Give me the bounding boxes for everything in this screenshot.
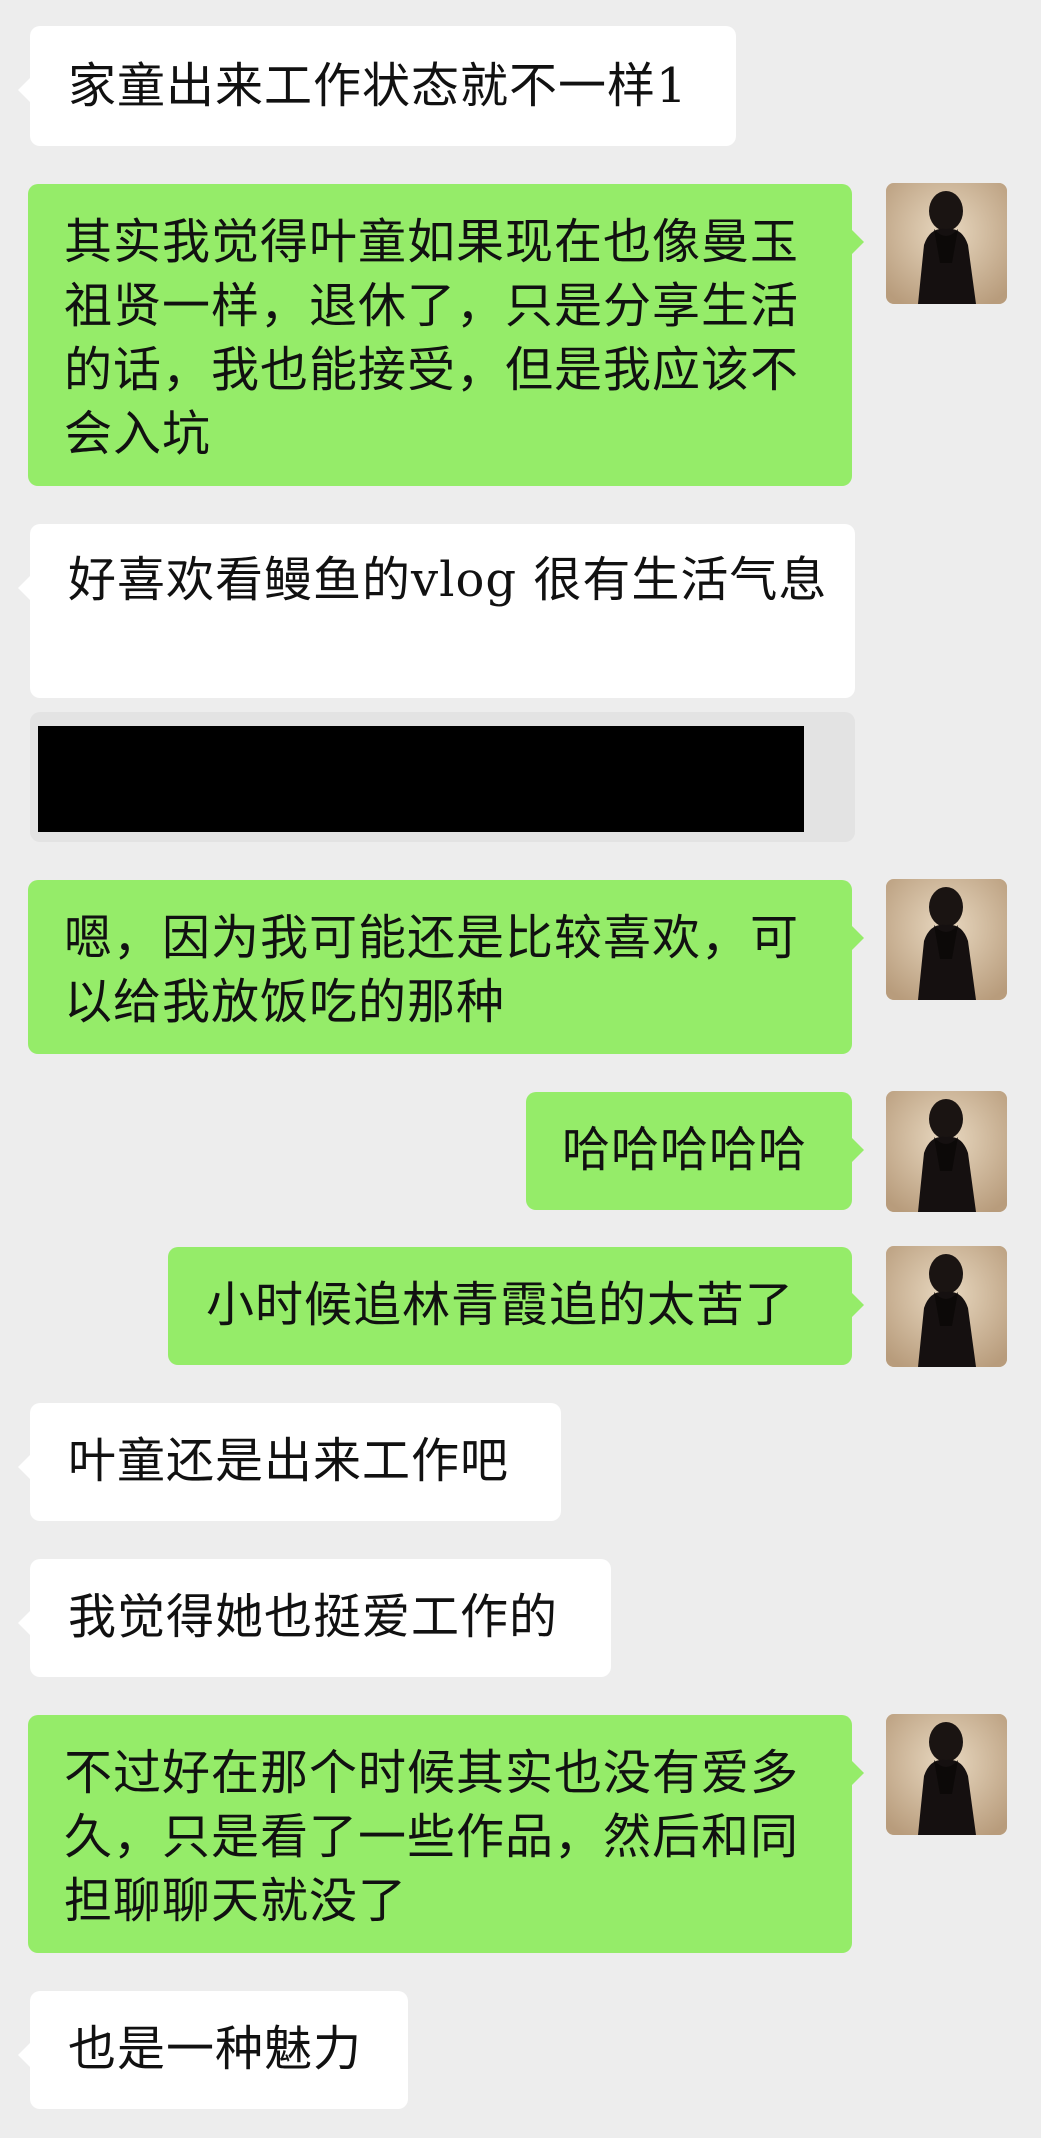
incoming-message-bubble[interactable]: 也是一种魅力	[18, 1991, 408, 2109]
redacted-message	[30, 712, 855, 842]
incoming-message-bubble[interactable]: 家童出来工作状态就不一样1	[18, 26, 736, 146]
message-text: 其实我觉得叶童如果现在也像曼玉祖贤一样，退休了，只是分享生活的话，我也能接受，但…	[64, 214, 800, 462]
message-text: 我觉得她也挺爱工作的	[68, 1589, 559, 1645]
user-avatar-icon	[886, 1091, 1007, 1212]
user-avatar-icon	[886, 1714, 1007, 1835]
user-avatar-icon	[886, 879, 1007, 1000]
outgoing-message-bubble[interactable]: 小时候追林青霞追的太苦了	[168, 1247, 864, 1365]
incoming-message-bubble[interactable]: 好喜欢看鳗鱼的vlog 很有生活气息	[18, 524, 855, 698]
message-text: 叶童还是出来工作吧	[68, 1433, 510, 1489]
outgoing-message-bubble[interactable]: 不过好在那个时候其实也没有爱多久，只是看了一些作品，然后和同担聊聊天就没了	[28, 1715, 864, 1953]
message-text: 也是一种魅力	[68, 2021, 363, 2077]
message-text: 嗯，因为我可能还是比较喜欢，可以给我放饭吃的那种	[64, 910, 800, 1030]
message-text: 哈哈哈哈哈	[562, 1122, 808, 1178]
user-avatar[interactable]	[886, 1246, 1007, 1367]
user-avatar-icon	[886, 183, 1007, 304]
message-text: 小时候追林青霞追的太苦了	[206, 1277, 795, 1333]
message-text: 不过好在那个时候其实也没有爱多久，只是看了一些作品，然后和同担聊聊天就没了	[64, 1745, 800, 1929]
incoming-message-bubble[interactable]: 叶童还是出来工作吧	[18, 1403, 561, 1521]
incoming-message-bubble[interactable]: 我觉得她也挺爱工作的	[18, 1559, 611, 1677]
user-avatar[interactable]	[886, 183, 1007, 304]
outgoing-message-bubble[interactable]: 嗯，因为我可能还是比较喜欢，可以给我放饭吃的那种	[28, 880, 864, 1054]
user-avatar[interactable]	[886, 1714, 1007, 1835]
outgoing-message-bubble[interactable]: 哈哈哈哈哈	[526, 1092, 864, 1210]
user-avatar[interactable]	[886, 879, 1007, 1000]
user-avatar-icon	[886, 1246, 1007, 1367]
outgoing-message-bubble[interactable]: 其实我觉得叶童如果现在也像曼玉祖贤一样，退休了，只是分享生活的话，我也能接受，但…	[28, 184, 864, 486]
chat-thread: 家童出来工作状态就不一样1 其实我觉得叶童如果现在也像曼玉祖贤一样，退休了，只是…	[0, 0, 1041, 2138]
message-text: 家童出来工作状态就不一样1	[68, 58, 688, 114]
message-text: 好喜欢看鳗鱼的vlog 很有生活气息	[68, 552, 828, 608]
redaction-bar	[38, 726, 804, 832]
user-avatar[interactable]	[886, 1091, 1007, 1212]
